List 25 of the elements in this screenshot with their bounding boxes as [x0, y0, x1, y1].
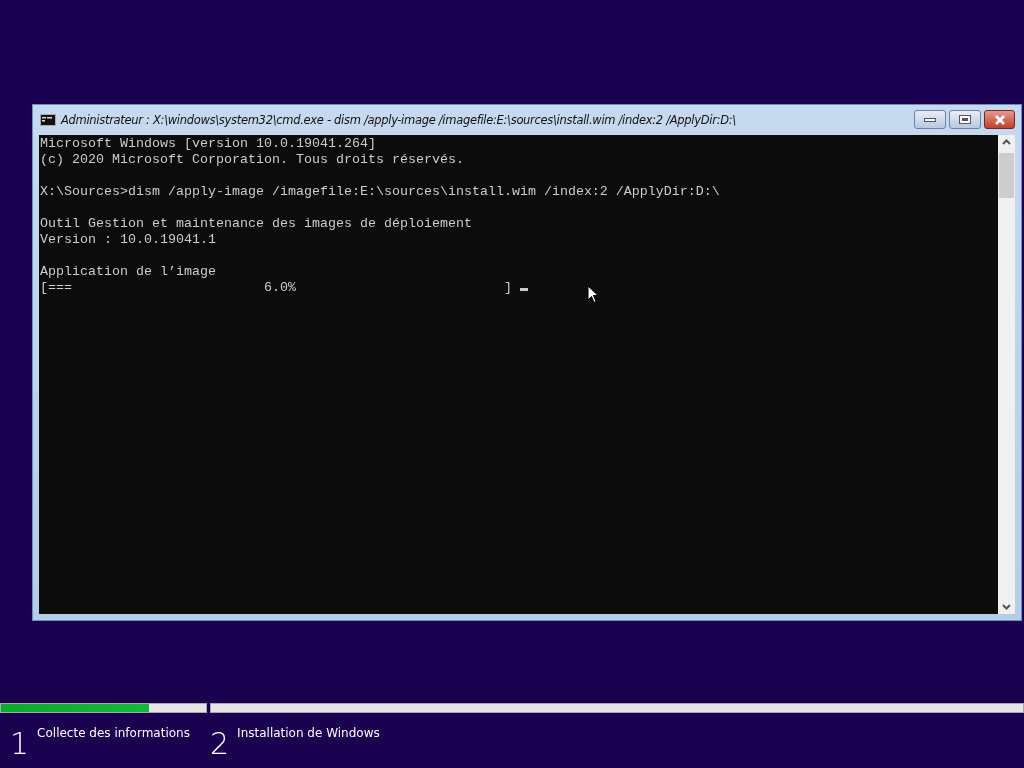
maximize-icon [959, 115, 971, 124]
minimize-button[interactable] [914, 110, 946, 129]
console-line: Microsoft Windows [version 10.0.19041.264] [40, 136, 376, 152]
maximize-button[interactable] [949, 110, 981, 129]
scroll-down-icon[interactable] [1002, 604, 1011, 610]
step-label: Installation de Windows [237, 726, 380, 742]
console-line: X:\Sources>dism /apply-image /imagefile:E:\sources\install.wim /index:2 /ApplyDir:D:\ [40, 184, 720, 200]
minimize-icon [924, 117, 936, 122]
step-label: Collecte des informations [37, 726, 190, 742]
scrollbar[interactable] [998, 135, 1015, 614]
console-line: Version : 10.0.19041.1 [40, 232, 216, 248]
scrollbar-thumb[interactable] [999, 153, 1014, 198]
step-number: 1 [10, 729, 30, 763]
close-icon [993, 114, 1006, 125]
scroll-up-icon[interactable] [1002, 139, 1011, 145]
console-icon [40, 114, 56, 126]
step-number: 2 [210, 729, 230, 763]
window-title: Administrateur : X:\windows\system32\cmd.exe - dism /apply-image /imagefile:E:\sources\install.wim /index:2 /ApplyDir:D:\ [61, 113, 736, 127]
console-line: (c) 2020 Microsoft Corporation. Tous droits réservés. [40, 152, 464, 168]
console-line: Application de l’image [40, 264, 216, 280]
close-button[interactable] [984, 110, 1015, 129]
text-cursor [519, 288, 528, 291]
console-line: Outil Gestion et maintenance des images de déploiement [40, 216, 472, 232]
mouse-pointer-icon [587, 285, 599, 304]
console-line: [=== 6.0% ] [40, 280, 528, 296]
